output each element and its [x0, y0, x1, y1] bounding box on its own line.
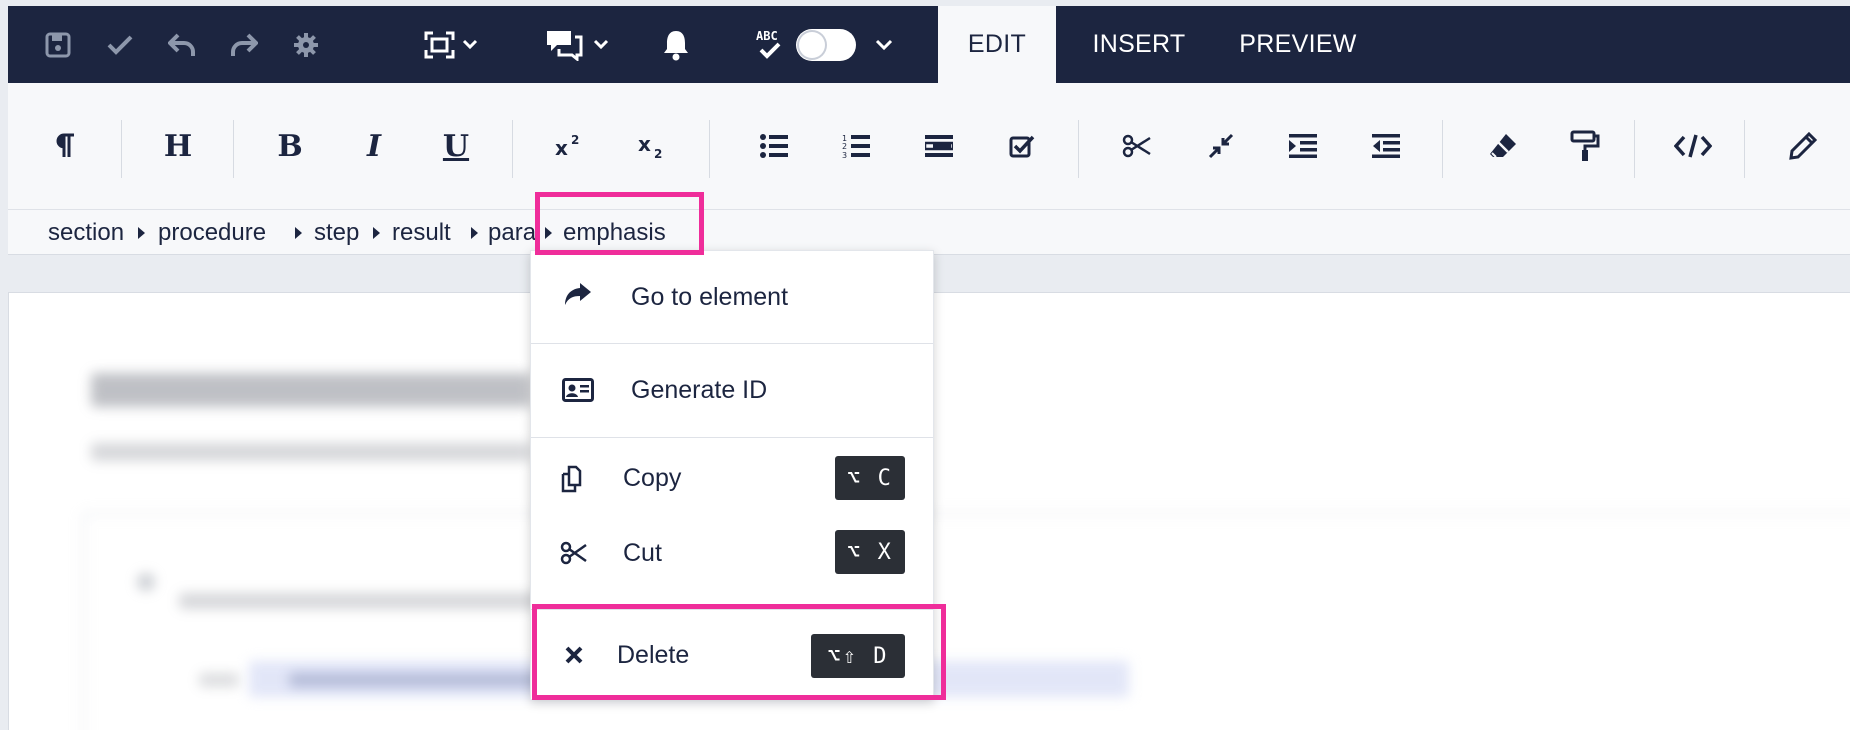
caret-right-icon: [138, 227, 145, 239]
breadcrumb-item-result[interactable]: result: [392, 210, 451, 256]
definition-list-icon[interactable]: [909, 83, 969, 209]
share-arrow-icon: [563, 279, 593, 309]
toolbar-separator: [233, 120, 234, 178]
svg-text:2: 2: [842, 142, 847, 151]
close-x-icon: [559, 640, 589, 670]
tab-preview[interactable]: PREVIEW: [1226, 6, 1370, 83]
spellcheck-abc-icon: ABC: [750, 6, 790, 83]
menu-item-generate-id[interactable]: Generate ID: [531, 344, 933, 437]
blurred-title: [91, 373, 531, 407]
bold-button[interactable]: B: [260, 83, 320, 209]
heading-button[interactable]: H: [148, 83, 208, 209]
chevron-down-icon[interactable]: [866, 6, 902, 83]
blurred-result-label: [199, 673, 239, 687]
svg-text:2: 2: [571, 133, 579, 147]
formatting-toolbar: H B I U x2 x2 123: [8, 83, 1850, 209]
numbered-list-icon[interactable]: 123: [826, 83, 886, 209]
collapse-arrows-icon[interactable]: [1191, 83, 1251, 209]
subscript-icon[interactable]: x2: [623, 83, 683, 209]
save-icon[interactable]: [38, 6, 78, 83]
blurred-step-text: [179, 593, 539, 609]
caret-right-icon: [373, 227, 380, 239]
copy-icon: [559, 464, 589, 494]
eraser-icon[interactable]: [1473, 83, 1533, 209]
caret-right-icon: [471, 227, 478, 239]
superscript-icon[interactable]: x2: [540, 83, 600, 209]
menu-item-copy[interactable]: Copy ⌥ C: [531, 438, 933, 518]
settings-gear-icon[interactable]: [286, 6, 326, 83]
element-breadcrumb: section procedure step result para empha…: [8, 209, 1850, 255]
breadcrumb-item-para[interactable]: para: [488, 210, 536, 256]
notifications-bell-icon[interactable]: [656, 6, 696, 83]
toolbar-separator: [1744, 120, 1745, 178]
task-checkbox-icon[interactable]: [992, 83, 1052, 209]
breadcrumb-item-step[interactable]: step: [314, 210, 359, 256]
bulleted-list-icon[interactable]: [744, 83, 804, 209]
blurred-procedure-box: [83, 513, 1850, 730]
breadcrumb-item-procedure[interactable]: procedure: [158, 210, 266, 256]
svg-text:ABC: ABC: [756, 29, 778, 43]
breadcrumb-item-section[interactable]: section: [48, 210, 124, 256]
spellcheck-toggle[interactable]: [794, 6, 858, 83]
toolbar-separator: [1442, 120, 1443, 178]
pencil-edit-icon[interactable]: [1773, 83, 1833, 209]
scissors-icon[interactable]: [1107, 83, 1167, 209]
paint-roller-icon[interactable]: [1555, 83, 1615, 209]
tab-insert[interactable]: INSERT: [1066, 6, 1212, 83]
caret-right-icon: [545, 227, 552, 239]
blurred-emphasis-text: [289, 673, 549, 687]
id-card-icon: [561, 375, 595, 405]
context-menu: Go to element Generate ID Copy ⌥ C Cut ⌥…: [530, 250, 934, 700]
undo-icon[interactable]: [162, 6, 202, 83]
underline-button[interactable]: U: [426, 83, 486, 209]
editor-app: ABC EDIT INSERT PREVIEW H B I U x2 x2 1 …: [8, 6, 1850, 730]
redo-icon[interactable]: [224, 6, 264, 83]
delete-shortcut: ⌥⇧ D: [811, 634, 905, 678]
validate-check-icon[interactable]: [100, 6, 140, 83]
top-bar: ABC EDIT INSERT PREVIEW: [8, 6, 1850, 83]
svg-text:3: 3: [842, 151, 847, 159]
tab-edit[interactable]: EDIT: [938, 6, 1056, 83]
toolbar-separator: [709, 120, 710, 178]
caret-right-icon: [295, 227, 302, 239]
toolbar-separator: [121, 120, 122, 178]
code-view-icon[interactable]: [1663, 83, 1723, 209]
menu-item-delete[interactable]: Delete ⌥⇧ D: [531, 610, 933, 700]
outdent-icon[interactable]: [1356, 83, 1416, 209]
fullscreen-icon[interactable]: [420, 6, 488, 83]
menu-item-go-to-element[interactable]: Go to element: [531, 251, 933, 343]
svg-text:x: x: [555, 136, 568, 159]
scissors-icon: [559, 538, 589, 568]
menu-item-cut[interactable]: Cut ⌥ X: [531, 518, 933, 588]
toolbar-separator: [512, 120, 513, 178]
comments-icon[interactable]: [540, 6, 618, 83]
italic-button[interactable]: I: [344, 83, 404, 209]
blurred-subtitle: [91, 443, 531, 461]
blurred-step-marker: [137, 573, 155, 591]
copy-shortcut: ⌥ C: [835, 456, 905, 500]
paragraph-icon[interactable]: [36, 83, 96, 209]
indent-icon[interactable]: [1273, 83, 1333, 209]
toolbar-separator: [1078, 120, 1079, 178]
svg-text:2: 2: [654, 147, 662, 160]
cut-shortcut: ⌥ X: [835, 530, 905, 574]
toolbar-separator: [1634, 120, 1635, 178]
svg-text:x: x: [638, 132, 651, 156]
